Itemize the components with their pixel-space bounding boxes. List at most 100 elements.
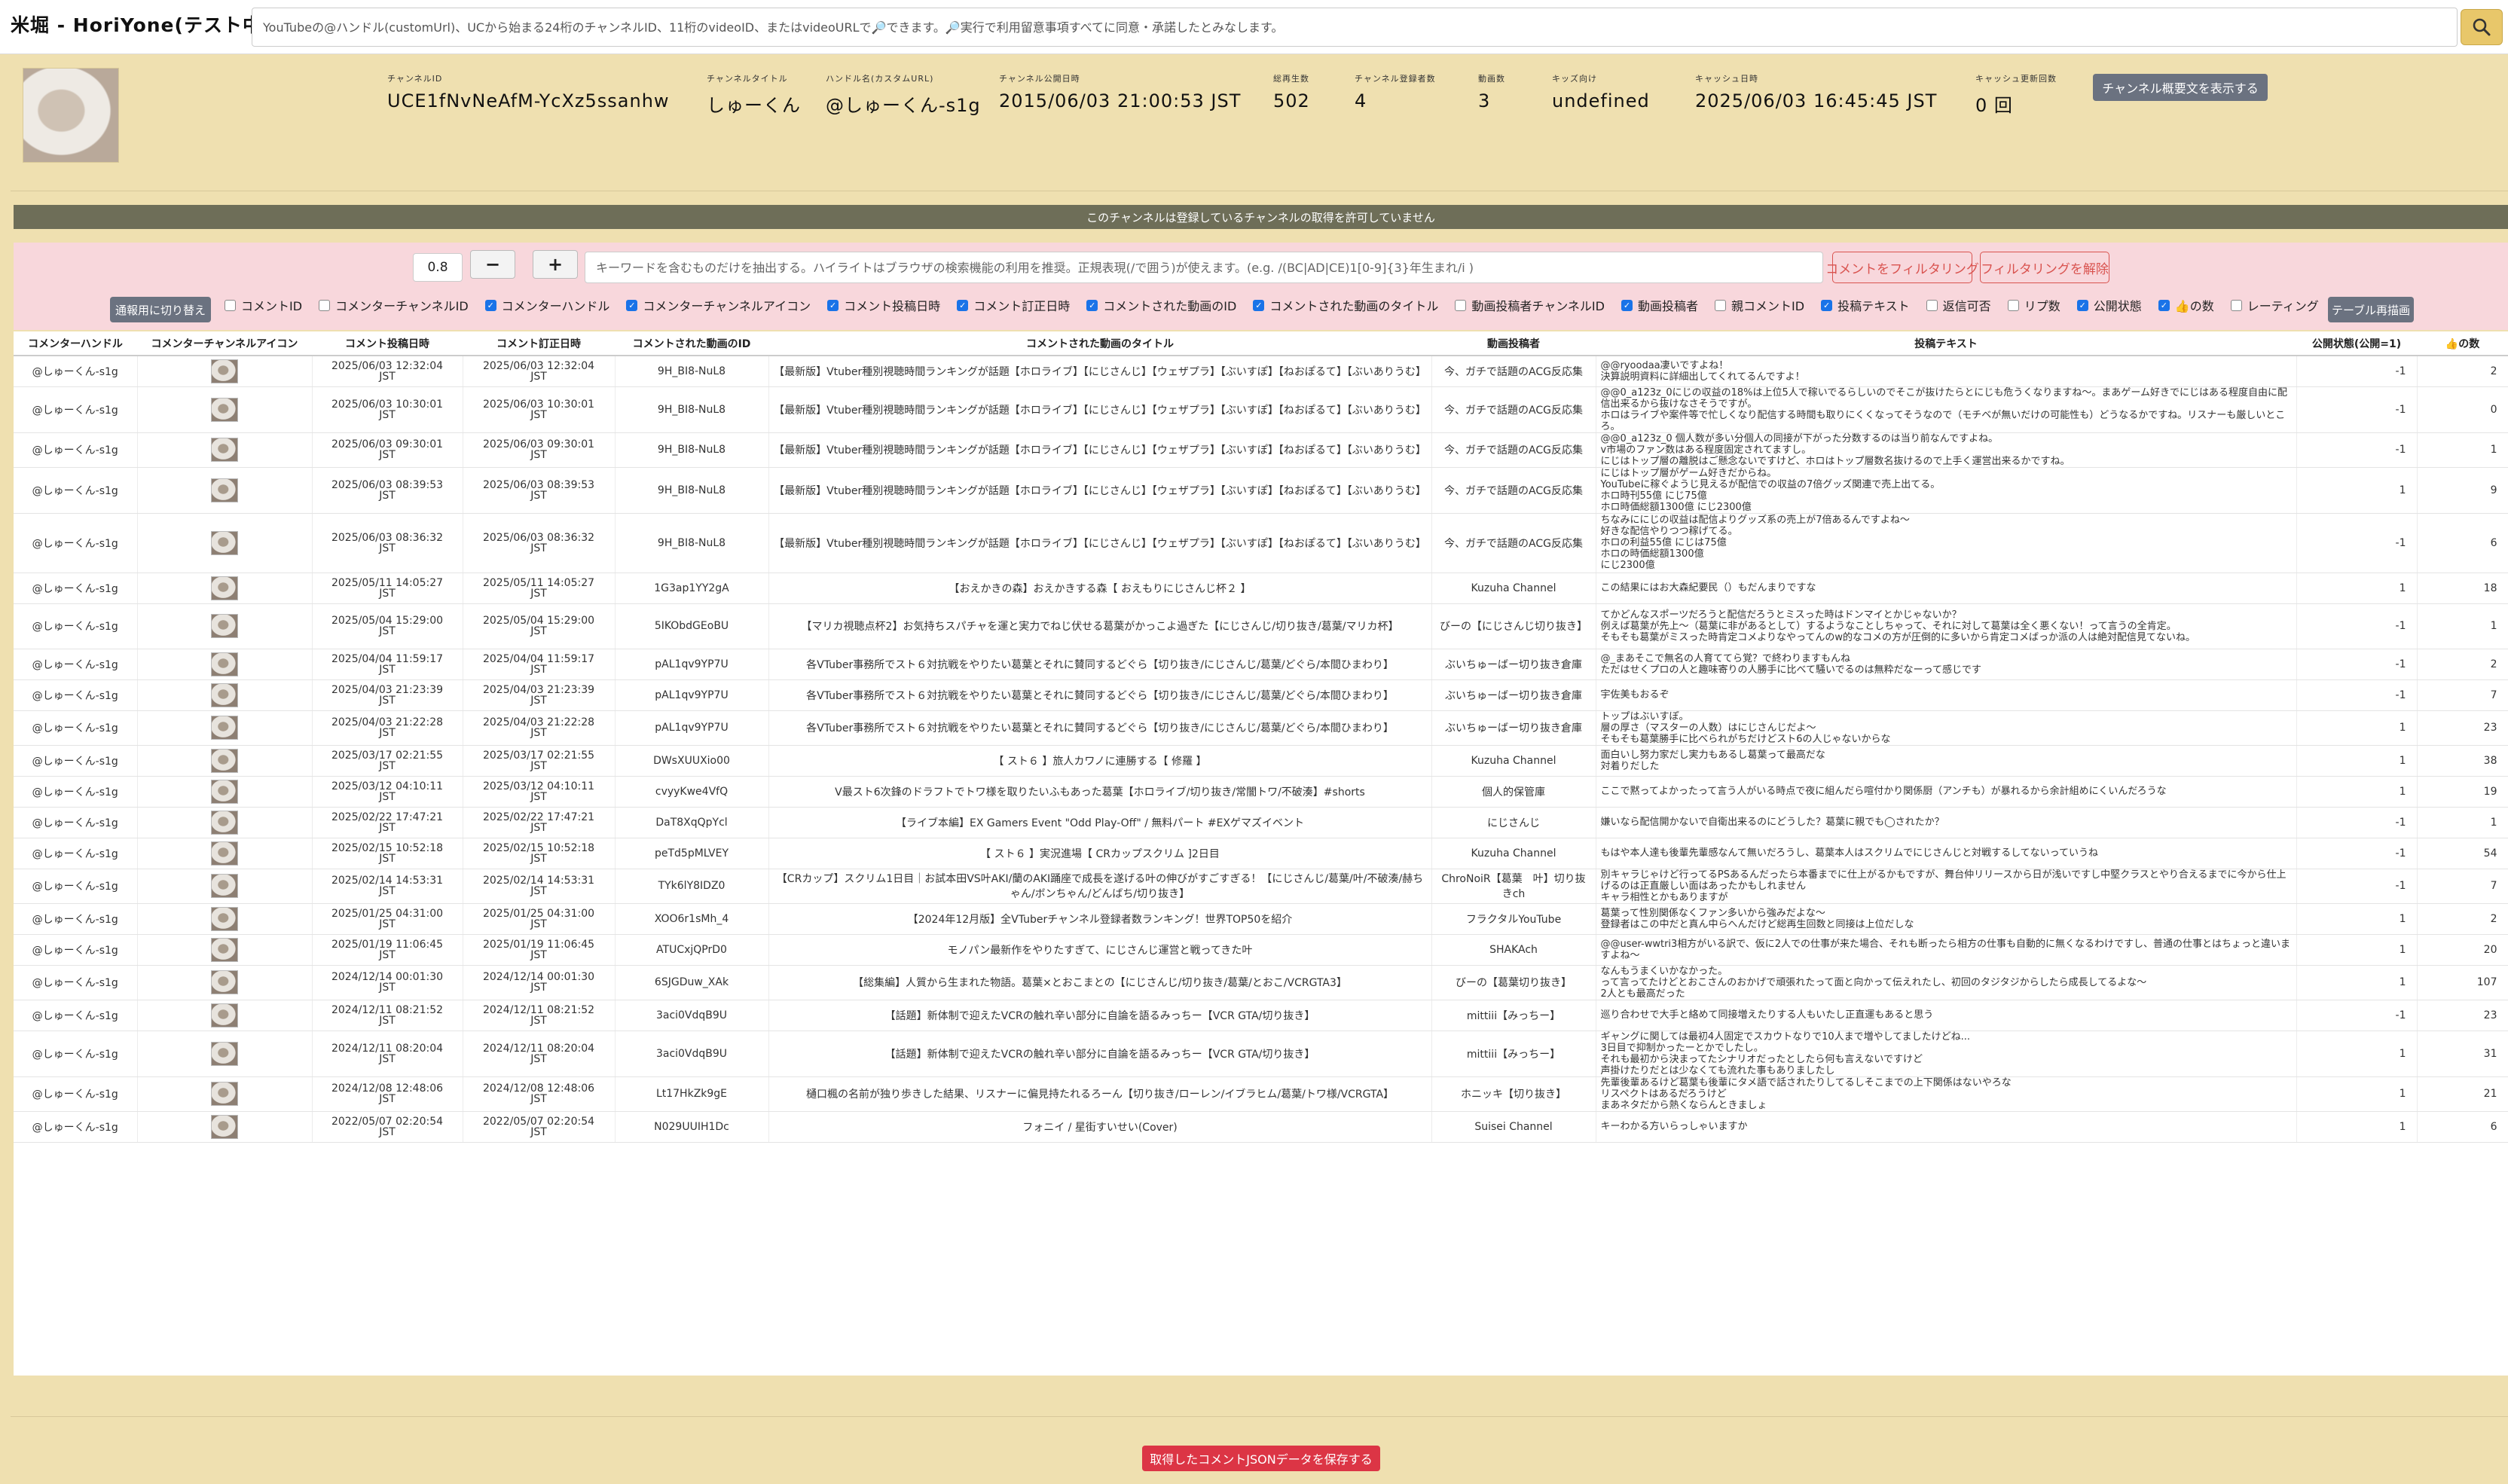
search-button[interactable] bbox=[2461, 9, 2503, 45]
commenter-avatar[interactable] bbox=[211, 614, 238, 638]
commenter-avatar[interactable] bbox=[211, 652, 238, 676]
table-row[interactable]: @しゅーくん-s1g 2025/06/03 08:39:53 JST 2025/06… bbox=[14, 467, 2508, 514]
checkbox[interactable] bbox=[225, 299, 236, 311]
table-row[interactable]: @しゅーくん-s1g 2025/06/03 12:32:04 JST 2025/06… bbox=[14, 356, 2508, 387]
commenter-avatar[interactable] bbox=[211, 937, 238, 962]
search-input[interactable] bbox=[252, 8, 2457, 46]
table-row[interactable]: @しゅーくん-s1g 2025/02/15 10:52:18 JST 2025/02… bbox=[14, 838, 2508, 869]
checkbox[interactable]: ✓ bbox=[1086, 299, 1098, 311]
table-row[interactable]: @しゅーくん-s1g 2025/01/25 04:31:00 JST 2025/01… bbox=[14, 903, 2508, 935]
commenter-avatar[interactable] bbox=[211, 810, 238, 835]
commenter-avatar[interactable] bbox=[211, 1082, 238, 1106]
column-header[interactable]: コメンターハンドル bbox=[14, 331, 137, 356]
increment-button[interactable]: + bbox=[533, 250, 578, 279]
column-header[interactable]: コメント投稿日時 bbox=[312, 331, 463, 356]
table-row[interactable]: @しゅーくん-s1g 2025/04/04 11:59:17 JST 2025/04… bbox=[14, 649, 2508, 680]
column-checkbox-item[interactable]: ✓ コメンターチャンネルアイコン bbox=[626, 296, 811, 314]
commenter-avatar[interactable] bbox=[211, 970, 238, 994]
commenter-avatar[interactable] bbox=[211, 530, 238, 555]
table-row[interactable]: @しゅーくん-s1g 2025/06/03 09:30:01 JST 2025/06… bbox=[14, 432, 2508, 468]
table-row[interactable]: @しゅーくん-s1g 2025/04/03 21:23:39 JST 2025/04… bbox=[14, 679, 2508, 711]
save-json-button[interactable]: 取得したコメントJSONデータを保存する bbox=[1142, 1446, 1380, 1471]
column-checkbox-item[interactable]: レーティング bbox=[2230, 296, 2319, 314]
column-checkbox-item[interactable]: 動画投稿者チャンネルID bbox=[1455, 296, 1605, 314]
column-header[interactable]: コメントされた動画のタイトル bbox=[768, 331, 1431, 356]
commenter-avatar[interactable] bbox=[211, 874, 238, 898]
column-checkbox-item[interactable]: ✓ コメンターハンドル bbox=[484, 296, 609, 314]
table-row[interactable]: @しゅーくん-s1g 2024/12/11 08:20:04 JST 2024/12… bbox=[14, 1031, 2508, 1077]
show-channel-summary-button[interactable]: チャンネル概要文を表示する bbox=[2093, 74, 2268, 101]
checkbox[interactable] bbox=[2230, 299, 2242, 311]
column-header[interactable]: 公開状態(公開=1) bbox=[2296, 331, 2417, 356]
commenter-avatar[interactable] bbox=[211, 779, 238, 804]
table-row[interactable]: @しゅーくん-s1g 2025/03/12 04:10:11 JST 2025/03… bbox=[14, 776, 2508, 808]
column-checkbox-item[interactable]: ✓ 👍の数 bbox=[2158, 296, 2214, 314]
column-header[interactable]: 👍の数 bbox=[2417, 331, 2508, 356]
report-mode-toggle-button[interactable]: 通報用に切り替え bbox=[110, 297, 211, 322]
column-checkbox-item[interactable]: ✓ コメント投稿日時 bbox=[827, 296, 940, 314]
column-checkbox-item[interactable]: ✓ コメントされた動画のID bbox=[1086, 296, 1236, 314]
table-row[interactable]: @しゅーくん-s1g 2025/03/17 02:21:55 JST 2025/03… bbox=[14, 745, 2508, 777]
commenter-avatar[interactable] bbox=[211, 748, 238, 773]
table-row[interactable]: @しゅーくん-s1g 2025/01/19 11:06:45 JST 2025/01… bbox=[14, 934, 2508, 966]
column-checkbox-item[interactable]: ✓ コメント訂正日時 bbox=[957, 296, 1070, 314]
commenter-avatar[interactable] bbox=[211, 478, 238, 502]
table-row[interactable]: @しゅーくん-s1g 2025/02/22 17:47:21 JST 2025/02… bbox=[14, 807, 2508, 838]
table-row[interactable]: @しゅーくん-s1g 2025/06/03 08:36:32 JST 2025/06… bbox=[14, 513, 2508, 573]
table-row[interactable]: @しゅーくん-s1g 2025/02/14 14:53:31 JST 2025/02… bbox=[14, 869, 2508, 904]
table-row[interactable]: @しゅーくん-s1g 2025/05/04 15:29:00 JST 2025/05… bbox=[14, 603, 2508, 649]
checkbox[interactable]: ✓ bbox=[827, 299, 839, 311]
column-checkbox-item[interactable]: コメンターチャンネルID bbox=[319, 296, 469, 314]
redraw-table-button[interactable]: テーブル再描画 bbox=[2328, 297, 2414, 322]
column-checkbox-item[interactable]: 親コメントID bbox=[1715, 296, 1804, 314]
commenter-avatar[interactable] bbox=[211, 1041, 238, 1066]
column-header[interactable]: コメンターチャンネルアイコン bbox=[137, 331, 312, 356]
commenter-avatar[interactable] bbox=[211, 438, 238, 462]
commenter-avatar[interactable] bbox=[211, 576, 238, 600]
column-header[interactable]: コメント訂正日時 bbox=[463, 331, 615, 356]
column-checkbox-item[interactable]: ✓ 投稿テキスト bbox=[1821, 296, 1910, 314]
table-row[interactable]: @しゅーくん-s1g 2022/05/07 02:20:54 JST 2022/05… bbox=[14, 1111, 2508, 1143]
threshold-input[interactable]: 0.8 bbox=[413, 253, 463, 282]
keyword-filter-input[interactable] bbox=[585, 252, 1822, 282]
column-header[interactable]: コメントされた動画のID bbox=[615, 331, 768, 356]
column-checkbox-item[interactable]: コメントID bbox=[225, 296, 302, 314]
table-row[interactable]: @しゅーくん-s1g 2024/12/08 12:48:06 JST 2024/12… bbox=[14, 1076, 2508, 1112]
column-header[interactable]: 投稿テキスト bbox=[1596, 331, 2296, 356]
commenter-avatar[interactable] bbox=[211, 359, 238, 383]
commenter-avatar[interactable] bbox=[211, 841, 238, 866]
commenter-avatar[interactable] bbox=[211, 716, 238, 740]
checkbox[interactable]: ✓ bbox=[2076, 299, 2088, 311]
table-row[interactable]: @しゅーくん-s1g 2024/12/11 08:21:52 JST 2024/12… bbox=[14, 1000, 2508, 1031]
commenter-avatar[interactable] bbox=[211, 1114, 238, 1139]
clear-filter-button[interactable]: フィルタリングを解除 bbox=[1980, 252, 2109, 283]
keyword-filter-box[interactable] bbox=[585, 252, 1823, 283]
checkbox[interactable]: ✓ bbox=[1621, 299, 1633, 311]
checkbox[interactable]: ✓ bbox=[2158, 299, 2170, 311]
checkbox[interactable] bbox=[1715, 299, 1727, 311]
commenter-avatar[interactable] bbox=[211, 906, 238, 931]
column-header[interactable]: 動画投稿者 bbox=[1431, 331, 1596, 356]
commenter-avatar[interactable] bbox=[211, 682, 238, 707]
table-row[interactable]: @しゅーくん-s1g 2025/05/11 14:05:27 JST 2025/05… bbox=[14, 573, 2508, 604]
checkbox[interactable]: ✓ bbox=[1821, 299, 1833, 311]
checkbox[interactable] bbox=[1926, 299, 1938, 311]
search-box[interactable] bbox=[252, 8, 2458, 47]
checkbox[interactable] bbox=[1455, 299, 1467, 311]
column-checkbox-item[interactable]: リプ数 bbox=[2007, 296, 2060, 314]
commenter-avatar[interactable] bbox=[211, 1003, 238, 1028]
decrement-button[interactable]: − bbox=[470, 250, 515, 279]
checkbox[interactable]: ✓ bbox=[626, 299, 638, 311]
checkbox[interactable]: ✓ bbox=[957, 299, 969, 311]
checkbox[interactable]: ✓ bbox=[1253, 299, 1265, 311]
table-row[interactable]: @しゅーくん-s1g 2025/06/03 10:30:01 JST 2025/06… bbox=[14, 386, 2508, 433]
column-checkbox-item[interactable]: ✓ 公開状態 bbox=[2076, 296, 2142, 314]
table-row[interactable]: @しゅーくん-s1g 2025/04/03 21:22:28 JST 2025/04… bbox=[14, 710, 2508, 746]
checkbox[interactable] bbox=[2007, 299, 2019, 311]
column-checkbox-item[interactable]: ✓ 動画投稿者 bbox=[1621, 296, 1698, 314]
commenter-avatar[interactable] bbox=[211, 397, 238, 422]
apply-filter-button[interactable]: コメントをフィルタリング bbox=[1825, 252, 1979, 283]
table-row[interactable]: @しゅーくん-s1g 2024/12/14 00:01:30 JST 2024/12… bbox=[14, 965, 2508, 1000]
column-checkbox-item[interactable]: ✓ コメントされた動画のタイトル bbox=[1253, 296, 1438, 314]
checkbox[interactable] bbox=[319, 299, 331, 311]
